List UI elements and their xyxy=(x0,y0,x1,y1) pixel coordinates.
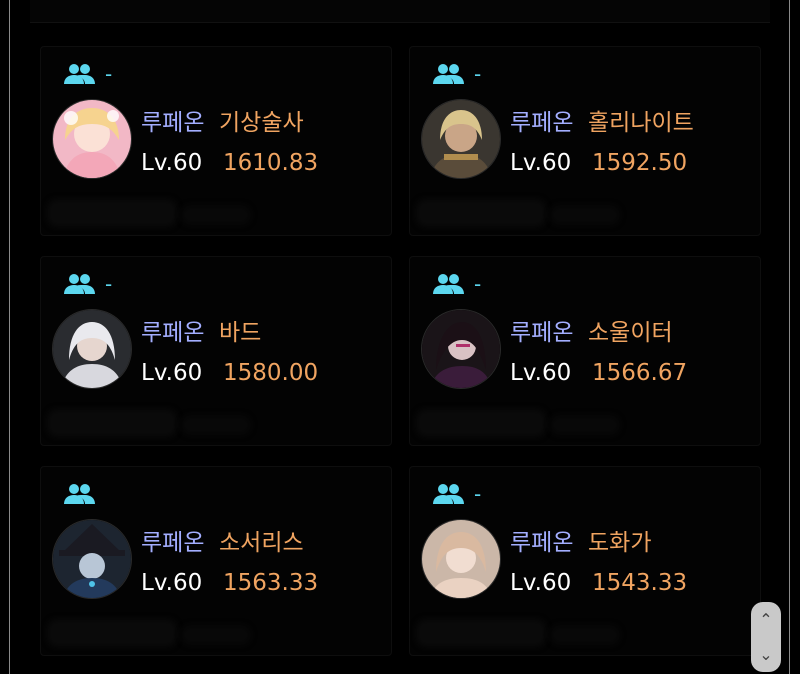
redacted-area xyxy=(47,409,177,437)
character-level: Lv.60 xyxy=(141,360,203,386)
item-level: 1592.50 xyxy=(592,150,688,176)
server-name: 루페온 xyxy=(141,530,205,556)
party-indicator xyxy=(63,482,105,506)
class-name: 소서리스 xyxy=(219,530,304,556)
character-card[interactable]: 루페온 소서리스 Lv.60 1563.33 xyxy=(40,466,392,656)
character-level: Lv.60 xyxy=(510,150,572,176)
artist-portrait xyxy=(421,519,501,599)
character-card[interactable]: - 루페온 도화가 Lv.60 1543.33 xyxy=(409,466,761,656)
bard-portrait xyxy=(52,309,132,389)
character-card[interactable]: - 루페온 바드 Lv.60 1580.00 xyxy=(40,256,392,446)
party-icon xyxy=(432,62,464,86)
character-card[interactable]: - 루페온 기상술사 Lv.60 1610.83 xyxy=(40,46,392,236)
chevron-up-icon[interactable]: ⌃ xyxy=(759,611,772,628)
character-level: Lv.60 xyxy=(141,570,203,596)
party-icon xyxy=(63,272,95,296)
item-level: 1566.67 xyxy=(592,360,688,386)
redacted-area xyxy=(550,625,620,645)
item-level: 1543.33 xyxy=(592,570,688,596)
redacted-area xyxy=(416,199,546,227)
character-level: Lv.60 xyxy=(141,150,203,176)
redacted-area xyxy=(181,415,251,435)
redacted-area xyxy=(47,619,177,647)
party-indicator: - xyxy=(432,272,481,296)
party-icon xyxy=(63,482,95,506)
aeromancer-portrait xyxy=(52,99,132,179)
sorceress-portrait xyxy=(52,519,132,599)
party-indicator: - xyxy=(432,62,481,86)
character-level: Lv.60 xyxy=(510,570,572,596)
redacted-area xyxy=(550,205,620,225)
redacted-area xyxy=(181,625,251,645)
top-strip xyxy=(30,0,770,23)
party-label: - xyxy=(105,62,113,86)
scroll-control[interactable]: ⌃ ⌄ xyxy=(751,602,781,672)
character-card[interactable]: - 루페온 홀리나이트 Lv.60 1592.50 xyxy=(409,46,761,236)
party-indicator: - xyxy=(63,272,112,296)
party-icon xyxy=(432,272,464,296)
party-icon xyxy=(432,482,464,506)
redacted-area xyxy=(181,205,251,225)
party-label: - xyxy=(474,272,482,296)
class-name: 바드 xyxy=(219,320,262,346)
chevron-down-icon[interactable]: ⌄ xyxy=(759,646,772,663)
class-name: 소울이터 xyxy=(588,320,673,346)
redacted-area xyxy=(550,415,620,435)
server-name: 루페온 xyxy=(141,110,205,136)
character-card[interactable]: - 루페온 소울이터 Lv.60 1566.67 xyxy=(409,256,761,446)
party-label: - xyxy=(105,272,113,296)
item-level: 1563.33 xyxy=(223,570,319,596)
server-name: 루페온 xyxy=(510,110,574,136)
party-indicator: - xyxy=(63,62,112,86)
redacted-area xyxy=(47,199,177,227)
party-label: - xyxy=(474,62,482,86)
class-name: 기상술사 xyxy=(219,110,304,136)
party-icon xyxy=(63,62,95,86)
party-label: - xyxy=(474,482,482,506)
redacted-area xyxy=(416,619,546,647)
party-indicator: - xyxy=(432,482,481,506)
redacted-area xyxy=(416,409,546,437)
server-name: 루페온 xyxy=(141,320,205,346)
server-name: 루페온 xyxy=(510,320,574,346)
paladin-portrait xyxy=(421,99,501,179)
class-name: 도화가 xyxy=(588,530,652,556)
item-level: 1610.83 xyxy=(223,150,319,176)
souleater-portrait xyxy=(421,309,501,389)
server-name: 루페온 xyxy=(510,530,574,556)
item-level: 1580.00 xyxy=(223,360,319,386)
class-name: 홀리나이트 xyxy=(588,110,694,136)
character-level: Lv.60 xyxy=(510,360,572,386)
